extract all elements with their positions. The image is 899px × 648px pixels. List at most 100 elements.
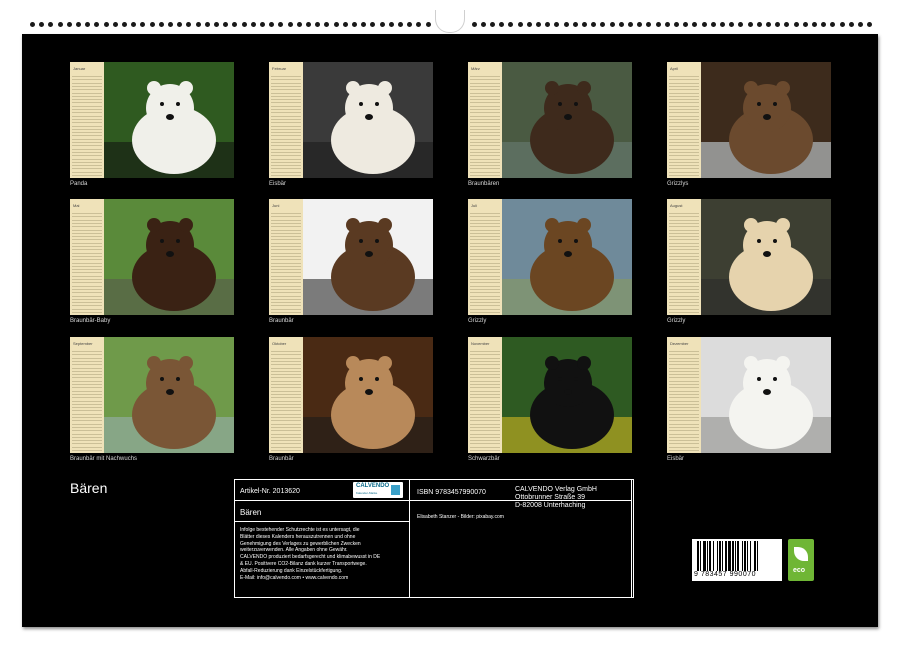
binding-ring bbox=[131, 22, 136, 27]
bear-nose bbox=[564, 251, 572, 257]
day-row bbox=[669, 256, 699, 257]
bear-ear bbox=[577, 356, 591, 370]
binding-ring bbox=[849, 22, 854, 27]
binding-ring bbox=[573, 22, 578, 27]
day-row bbox=[470, 220, 500, 221]
day-row bbox=[271, 381, 301, 382]
day-row bbox=[72, 168, 102, 169]
binding-ring bbox=[370, 22, 375, 27]
day-row bbox=[669, 404, 699, 405]
bear-eye bbox=[574, 377, 578, 381]
day-row bbox=[271, 384, 301, 385]
photo-caption: Panda bbox=[70, 181, 87, 187]
day-row bbox=[470, 401, 500, 402]
day-row bbox=[72, 79, 102, 80]
day-row bbox=[669, 437, 699, 438]
day-row bbox=[72, 126, 102, 127]
day-row bbox=[470, 139, 500, 140]
bear-ear bbox=[378, 218, 392, 232]
day-row bbox=[271, 404, 301, 405]
day-row bbox=[72, 374, 102, 375]
day-row bbox=[271, 246, 301, 247]
day-row bbox=[72, 269, 102, 270]
day-row bbox=[72, 142, 102, 143]
day-row bbox=[271, 135, 301, 136]
binding-ring bbox=[582, 22, 587, 27]
bear-nose bbox=[365, 114, 373, 120]
day-row bbox=[470, 381, 500, 382]
calendar-strip: Dezember bbox=[667, 337, 701, 453]
day-row bbox=[669, 354, 699, 355]
binding-ring bbox=[232, 22, 237, 27]
day-row bbox=[470, 279, 500, 280]
day-row bbox=[72, 249, 102, 250]
day-row bbox=[669, 236, 699, 237]
day-row bbox=[669, 289, 699, 290]
day-row bbox=[72, 230, 102, 231]
day-row bbox=[470, 299, 500, 300]
barcode-bar bbox=[707, 541, 708, 571]
day-row bbox=[271, 279, 301, 280]
day-row bbox=[72, 216, 102, 217]
day-row bbox=[470, 132, 500, 133]
day-row bbox=[669, 175, 699, 176]
day-row bbox=[470, 282, 500, 283]
day-row bbox=[669, 142, 699, 143]
day-row bbox=[271, 387, 301, 388]
bear-ear bbox=[346, 218, 360, 232]
day-row bbox=[271, 152, 301, 153]
binding-ring bbox=[628, 22, 633, 27]
calendar-strip: Februar bbox=[269, 62, 303, 178]
photo-caption: Braunbär bbox=[269, 456, 294, 462]
binding-ring bbox=[508, 22, 513, 27]
day-row bbox=[72, 312, 102, 313]
day-row bbox=[72, 116, 102, 117]
day-row bbox=[470, 384, 500, 385]
day-row bbox=[669, 266, 699, 267]
day-row bbox=[271, 351, 301, 352]
bear-eye bbox=[757, 377, 761, 381]
month-card: JuniBraunbär bbox=[269, 199, 434, 327]
legal-line: Genehmigung des Verlages zu gewerblichen… bbox=[240, 541, 361, 547]
day-row bbox=[271, 354, 301, 355]
bear-nose bbox=[166, 251, 174, 257]
day-row bbox=[271, 116, 301, 117]
day-row bbox=[669, 440, 699, 441]
day-row bbox=[72, 165, 102, 166]
day-row bbox=[470, 246, 500, 247]
day-row bbox=[72, 253, 102, 254]
day-row bbox=[72, 223, 102, 224]
day-row bbox=[72, 309, 102, 310]
month-name: Juli bbox=[471, 203, 477, 208]
day-row bbox=[271, 223, 301, 224]
day-row bbox=[72, 263, 102, 264]
day-row bbox=[72, 86, 102, 87]
day-row bbox=[72, 109, 102, 110]
day-row bbox=[669, 149, 699, 150]
info-subtitle: Bären bbox=[240, 508, 261, 517]
barcode-bar bbox=[735, 541, 736, 571]
day-row bbox=[271, 263, 301, 264]
month-card: OktoberBraunbär bbox=[269, 337, 434, 465]
day-row bbox=[470, 374, 500, 375]
day-row bbox=[72, 292, 102, 293]
day-row bbox=[669, 83, 699, 84]
barcode-bar bbox=[725, 541, 727, 571]
day-row bbox=[669, 302, 699, 303]
day-row bbox=[470, 434, 500, 435]
day-row bbox=[669, 119, 699, 120]
legal-line: Blätter dieses Kalenders herauszutrennen… bbox=[240, 534, 355, 540]
day-row bbox=[271, 96, 301, 97]
binding-ring bbox=[205, 22, 210, 27]
day-row bbox=[72, 102, 102, 103]
day-row bbox=[470, 175, 500, 176]
bear-eye bbox=[757, 239, 761, 243]
day-row bbox=[72, 427, 102, 428]
day-row bbox=[669, 279, 699, 280]
binding-ring bbox=[775, 22, 780, 27]
day-row bbox=[271, 89, 301, 90]
day-row bbox=[669, 430, 699, 431]
day-row bbox=[470, 106, 500, 107]
binding-ring bbox=[76, 22, 81, 27]
bear-photo bbox=[701, 62, 831, 178]
